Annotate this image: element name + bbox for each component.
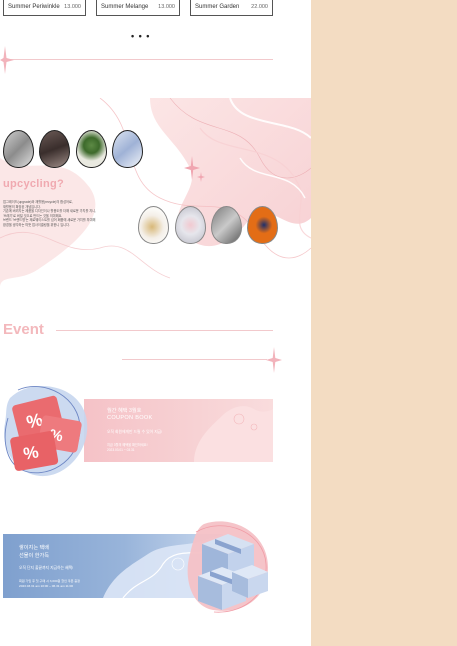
sparkle-icon — [0, 46, 14, 74]
section-divider — [56, 330, 273, 331]
product-name: Summer Garden — [195, 3, 240, 10]
product-price: 13.000 — [158, 3, 175, 10]
coupon-heading-1: 월간 혜택 3월호 — [107, 408, 142, 414]
floral-decoration — [194, 406, 273, 462]
product-card[interactable]: Summer Garden 22.000 — [190, 0, 273, 16]
product-card[interactable]: Summer Melange 13.000 — [96, 0, 180, 16]
product-price: 22.000 — [251, 3, 268, 10]
section-divider — [8, 59, 273, 60]
event-section-title: Event — [3, 321, 44, 338]
box-dates: 2023.03.31 am 10:00 ~ 06.31 am 11:00 — [19, 584, 74, 588]
product-price: 13.000 — [64, 3, 81, 10]
box-line-2: 회원 가입 후 첫 구매 시 3,000원 할인 쿠폰 증정 — [19, 579, 81, 583]
sparkle-icon — [266, 347, 282, 373]
coupon-dates: 2023.03.01 ~ 03.31 — [107, 448, 135, 452]
upcycled-item-image — [247, 206, 278, 244]
upcycled-item-image — [211, 206, 242, 244]
description-line: 환경을 생각하는 따뜻 업사이클링을 위한니 입니다. — [3, 222, 70, 227]
product-card[interactable]: Summer Periwinkle 13.000 — [3, 0, 86, 16]
upcycled-item-image — [3, 130, 34, 168]
percent-tags-illustration: % % % — [4, 386, 88, 477]
upcycled-item-image — [76, 130, 107, 168]
more-indicator[interactable]: • • • — [131, 31, 150, 41]
upcycling-description: 업그레이드(upgrade)와 재활용(recycle)의 합성어로, 재활용의… — [3, 200, 133, 228]
upcycled-item-image — [39, 130, 70, 168]
box-line-1: 오직 단지 출끝까지 지금하는 혜택! — [19, 566, 74, 570]
product-name: Summer Periwinkle — [8, 3, 60, 10]
coupon-heading-2: COUPON BOOK — [107, 415, 153, 421]
upcycled-item-image — [112, 130, 143, 168]
product-name: Summer Melange — [101, 3, 149, 10]
page-canvas: Summer Periwinkle 13.000 Summer Melange … — [0, 0, 311, 646]
coupon-line-1: 오직 회원에게만 드릴 수 있어 지금! — [107, 430, 163, 434]
box-heading-2: 선물이 한가득 — [19, 553, 50, 559]
sparkle-icon — [184, 156, 205, 182]
parcel-boxes-illustration — [187, 521, 269, 613]
upcycled-item-image — [138, 206, 169, 244]
section-divider — [122, 359, 267, 360]
upcycled-item-image — [175, 206, 206, 244]
marble-background — [0, 98, 311, 288]
coupon-event-banner[interactable]: 월간 혜택 3월호 COUPON BOOK 오직 회원에게만 드릴 수 있어 지… — [84, 399, 273, 462]
upcycling-title: upcycling? — [3, 178, 65, 190]
box-heading-1: 쌓이지는 택배 — [19, 545, 50, 551]
coupon-line-2: 지금 3월의 혜택을 확인하세요! — [107, 443, 148, 447]
